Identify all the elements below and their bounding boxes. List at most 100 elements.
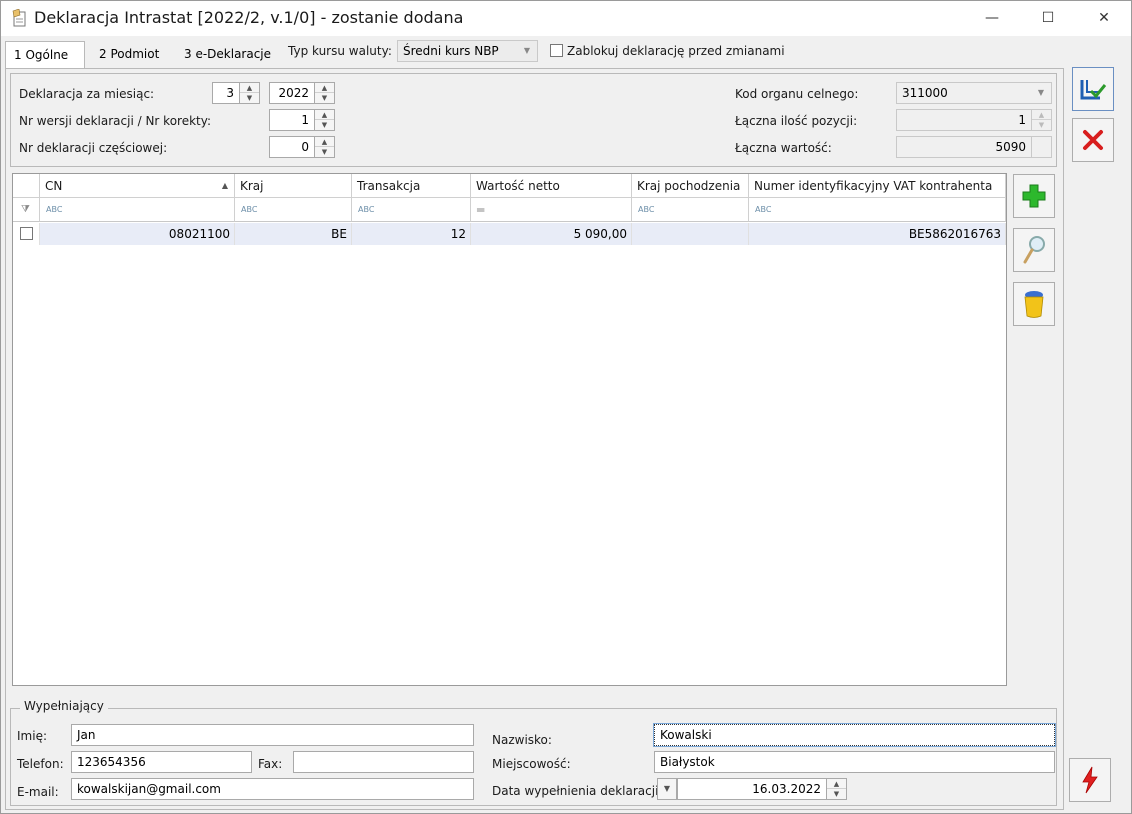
close-button[interactable]: ✕ xyxy=(1081,0,1127,36)
filler-section-title: Wypełniający xyxy=(20,699,108,713)
partial-field[interactable]: 0 xyxy=(269,136,315,158)
spin-up-icon[interactable]: ▲ xyxy=(315,110,334,120)
filter-transakcja[interactable]: ABC xyxy=(352,198,471,222)
first-name-field[interactable]: Jan xyxy=(71,724,474,746)
column-header-transakcja[interactable]: Transakcja xyxy=(352,174,471,198)
email-label: E-mail: xyxy=(17,785,59,799)
text-filter-icon: ABC xyxy=(46,205,63,214)
lightning-icon xyxy=(1082,766,1098,794)
text-filter-icon: ABC xyxy=(358,205,375,214)
positions-grid: CN ▲ Kraj Transakcja Wartość netto Kraj … xyxy=(12,173,1007,686)
lock-checkbox[interactable] xyxy=(550,44,563,57)
chevron-down-icon: ▼ xyxy=(663,784,671,793)
tab-label: 3 e-Deklaracje xyxy=(184,47,272,61)
close-icon: ✕ xyxy=(1098,10,1110,26)
sort-asc-icon: ▲ xyxy=(221,181,228,190)
minimize-button[interactable]: — xyxy=(969,0,1015,36)
table-cell-vat[interactable]: BE5862016763 xyxy=(749,223,1006,245)
close-x-icon xyxy=(1083,130,1103,150)
email-field[interactable]: kowalskijan@gmail.com xyxy=(71,778,474,800)
date-dropdown-button[interactable]: ▼ xyxy=(657,778,677,800)
spin-down-icon: ▼ xyxy=(1038,121,1045,129)
table-cell-transakcja[interactable]: 12 xyxy=(352,223,471,245)
spin-down-icon[interactable]: ▼ xyxy=(240,93,259,103)
version-spinner[interactable]: ▲ ▼ xyxy=(315,109,335,131)
save-check-icon xyxy=(1080,80,1107,100)
tab-e-deklaracje[interactable]: 3 e-Deklaracje xyxy=(176,41,279,67)
delete-button[interactable] xyxy=(1013,282,1055,326)
count-field: 1 xyxy=(896,109,1032,131)
table-cell-kraj-pochodzenia[interactable] xyxy=(632,223,749,245)
exchange-rate-select[interactable]: Średni kurs NBP ▼ xyxy=(397,40,538,62)
fax-field[interactable] xyxy=(293,751,474,773)
column-label: Wartość netto xyxy=(476,179,560,193)
table-cell-kraj[interactable]: BE xyxy=(235,223,352,245)
first-name-label: Imię: xyxy=(17,729,47,743)
month-spinner[interactable]: ▲ ▼ xyxy=(240,82,260,104)
tab-ogolne[interactable]: 1 Ogólne xyxy=(5,41,85,69)
table-cell-wartosc[interactable]: 5 090,00 xyxy=(471,223,632,245)
spin-up-icon[interactable]: ▲ xyxy=(315,137,334,147)
add-button[interactable] xyxy=(1013,174,1055,218)
column-label: CN xyxy=(45,179,63,193)
grid-select-header xyxy=(13,174,40,198)
text-filter-icon: ABC xyxy=(638,205,655,214)
phone-field[interactable]: 123654356 xyxy=(71,751,252,773)
count-spinner: ▲ ▼ xyxy=(1032,109,1052,131)
tab-label: 2 Podmiot xyxy=(99,47,160,61)
save-button[interactable] xyxy=(1072,67,1114,111)
filter-cn[interactable]: ABC xyxy=(40,198,235,222)
column-header-wartosc[interactable]: Wartość netto xyxy=(471,174,632,198)
spin-up-icon[interactable]: ▲ xyxy=(315,83,334,93)
customs-value: 311000 xyxy=(902,86,948,100)
filter-kraj[interactable]: ABC xyxy=(235,198,352,222)
city-field[interactable]: Białystok xyxy=(654,751,1055,773)
spin-up-icon[interactable]: ▲ xyxy=(240,83,259,93)
column-header-cn[interactable]: CN ▲ xyxy=(40,174,235,198)
text-filter-icon: ABC xyxy=(241,205,258,214)
column-label: Kraj pochodzenia xyxy=(637,179,741,193)
text-filter-icon: ABC xyxy=(755,205,772,214)
lock-label: Zablokuj deklarację przed zmianami xyxy=(567,44,785,58)
column-header-kraj-pochodzenia[interactable]: Kraj pochodzenia xyxy=(632,174,749,198)
column-label: Numer identyfikacyjny VAT kontrahenta xyxy=(754,179,993,193)
filter-icon[interactable]: ⧩ xyxy=(13,198,40,222)
date-field[interactable]: 16.03.2022 xyxy=(677,778,827,800)
filter-wartosc[interactable]: ═ xyxy=(471,198,632,222)
window-title: Deklaracja Intrastat [2022/2, v.1/0] - z… xyxy=(34,8,464,27)
month-field[interactable]: 3 xyxy=(212,82,240,104)
total-label: Łączna wartość: xyxy=(735,141,832,155)
spin-up-icon[interactable]: ▲ xyxy=(827,779,846,789)
filter-vat[interactable]: ABC xyxy=(749,198,1006,222)
version-field[interactable]: 1 xyxy=(269,109,315,131)
exchange-rate-label: Typ kursu waluty: xyxy=(288,44,392,58)
filter-kraj-pochodzenia[interactable]: ABC xyxy=(632,198,749,222)
partial-spinner[interactable]: ▲ ▼ xyxy=(315,136,335,158)
cancel-button[interactable] xyxy=(1072,118,1114,162)
spin-down-icon[interactable]: ▼ xyxy=(315,93,334,103)
chevron-down-icon: ▼ xyxy=(523,46,531,55)
phone-label: Telefon: xyxy=(17,757,64,771)
column-header-vat[interactable]: Numer identyfikacyjny VAT kontrahenta xyxy=(749,174,1006,198)
year-spinner[interactable]: ▲ ▼ xyxy=(315,82,335,104)
spin-down-icon[interactable]: ▼ xyxy=(827,789,846,799)
last-name-field[interactable]: Kowalski xyxy=(653,723,1056,747)
chevron-down-icon: ▼ xyxy=(1037,88,1045,97)
maximize-button[interactable]: ☐ xyxy=(1025,0,1071,36)
table-row-select[interactable] xyxy=(13,223,40,245)
equals-filter-icon: ═ xyxy=(477,203,485,217)
action-button[interactable] xyxy=(1069,758,1111,802)
column-label: Transakcja xyxy=(357,179,421,193)
row-checkbox[interactable] xyxy=(20,227,33,240)
edit-button[interactable] xyxy=(1013,228,1055,272)
minimize-icon: — xyxy=(985,10,999,26)
table-cell-cn[interactable]: 08021100 xyxy=(40,223,235,245)
month-label: Deklaracja za miesiąc: xyxy=(19,87,155,101)
spin-down-icon[interactable]: ▼ xyxy=(315,147,334,157)
customs-select[interactable]: 311000 ▼ xyxy=(896,82,1052,104)
tab-podmiot[interactable]: 2 Podmiot xyxy=(91,41,167,67)
spin-down-icon[interactable]: ▼ xyxy=(315,120,334,130)
column-header-kraj[interactable]: Kraj xyxy=(235,174,352,198)
date-spinner[interactable]: ▲ ▼ xyxy=(827,778,847,800)
year-field[interactable]: 2022 xyxy=(269,82,315,104)
